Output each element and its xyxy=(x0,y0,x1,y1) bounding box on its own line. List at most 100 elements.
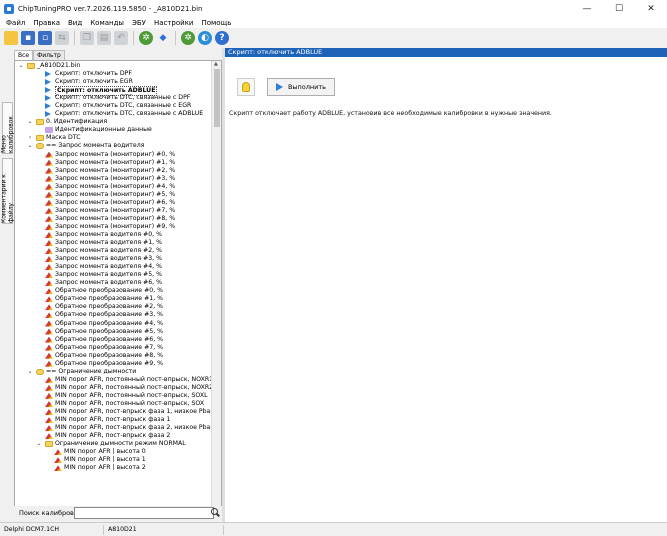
toolbar-separator xyxy=(175,30,176,45)
tree-expander-icon[interactable]: › xyxy=(27,134,33,142)
tab-all[interactable]: Все xyxy=(14,50,34,60)
tree-item[interactable]: MIN порог AFR, постоянный пост-впрыск, N… xyxy=(15,376,213,384)
tree-item[interactable]: Запрос момента водителя #2, % xyxy=(15,247,211,255)
folder-icon xyxy=(36,135,44,142)
hint-button[interactable] xyxy=(237,78,255,96)
tree-item-label: Маска DTC xyxy=(46,134,81,142)
tree-item[interactable]: MIN порог AFR | высота 1 xyxy=(15,456,211,464)
tree-item[interactable]: MIN порог AFR, пост-впрыск фаза 2 xyxy=(15,432,211,440)
execute-label: Выполнить xyxy=(287,83,327,91)
tree-item[interactable]: Запрос момента (мониторинг) #7, % xyxy=(15,207,211,215)
tree-item[interactable]: Скрипт: отключить DPF xyxy=(15,70,211,78)
web-icon[interactable]: ◐ xyxy=(198,30,212,45)
side-tabs: Меню калибровок Комментарии к файлу xyxy=(0,48,15,522)
menu-help[interactable]: Помощь xyxy=(197,19,235,27)
tree-item[interactable]: Запрос момента водителя #4, % xyxy=(15,263,211,271)
undo-icon[interactable]: ↶ xyxy=(114,30,128,45)
gear-icon[interactable]: ✲ xyxy=(139,30,153,45)
tree-item[interactable]: Обратное преобразование #4, % xyxy=(15,320,211,328)
maximize-button[interactable]: ☐ xyxy=(603,0,635,17)
tree-item[interactable]: Запрос момента (мониторинг) #9, % xyxy=(15,223,211,231)
tree-item[interactable]: Скрипт: отключить DTC, связанные с EGR xyxy=(15,102,211,110)
tree-item[interactable]: ⌄ _A810D21.bin xyxy=(15,62,211,70)
menu-settings[interactable]: Настройки xyxy=(150,19,198,27)
tree-item[interactable]: Обратное преобразование #8, % xyxy=(15,352,211,360)
tree-item[interactable]: Скрипт: отключить DTC, связанные с ADBLU… xyxy=(15,110,211,118)
menu-ecu[interactable]: ЭБУ xyxy=(128,19,150,27)
tab-calibration-menu[interactable]: Меню калибровок xyxy=(1,102,15,154)
execute-button[interactable]: Выполнить xyxy=(267,78,335,96)
minimize-button[interactable]: — xyxy=(571,0,603,17)
tree-item[interactable]: Запрос момента (мониторинг) #5, % xyxy=(15,191,211,199)
tree-item[interactable]: Обратное преобразование #7, % xyxy=(15,344,211,352)
tree-item[interactable]: Запрос момента (мониторинг) #6, % xyxy=(15,199,211,207)
menu-edit[interactable]: Правка xyxy=(29,19,64,27)
menu-commands[interactable]: Команды xyxy=(86,19,128,27)
db-icon xyxy=(36,368,44,375)
tree-item-label: Запрос момента водителя #3, % xyxy=(55,255,162,263)
tree-item[interactable]: Обратное преобразование #3, % xyxy=(15,311,211,319)
tree-item[interactable]: Идентификационные данные xyxy=(15,126,211,134)
tree-expander-icon[interactable]: ⌄ xyxy=(27,368,33,376)
tree-item[interactable]: ⌄ == Запрос момента водителя xyxy=(15,142,211,150)
folder-icon xyxy=(36,119,44,126)
tree-item[interactable]: ⌄ Ограничение дымности режим NORMAL xyxy=(15,440,211,448)
tree-expander-icon[interactable]: ⌄ xyxy=(27,142,33,150)
tree-item[interactable]: Запрос момента водителя #5, % xyxy=(15,271,211,279)
tree-item[interactable]: Запрос момента водителя #3, % xyxy=(15,255,211,263)
tree-item[interactable]: Запрос момента (мониторинг) #1, % xyxy=(15,159,211,167)
tree-item[interactable]: ⌄ 0. Идентификация xyxy=(15,118,211,126)
tree-item-label: Запрос момента (мониторинг) #1, % xyxy=(55,158,176,166)
tree-item[interactable]: MIN порог AFR | высота 0 xyxy=(15,448,211,456)
tree-item[interactable]: Запрос момента (мониторинг) #8, % xyxy=(15,215,211,223)
tree-item[interactable]: MIN порог AFR, пост-впрыск фаза 2, низко… xyxy=(15,424,216,432)
tree-item[interactable]: MIN порог AFR, постоянный пост-впрыск, S… xyxy=(15,400,211,408)
scroll-up-icon[interactable]: ▲ xyxy=(214,61,218,67)
search-icon[interactable] xyxy=(211,508,218,515)
tree-item[interactable]: Запрос момента (мониторинг) #0, % xyxy=(15,151,211,159)
tab-filter[interactable]: Фильтр xyxy=(33,50,65,60)
tree-item[interactable]: MIN порог AFR, постоянный пост-впрыск, N… xyxy=(15,384,213,392)
tree-item[interactable]: Обратное преобразование #5, % xyxy=(15,328,211,336)
tree-item[interactable]: Обратное преобразование #9, % xyxy=(15,360,211,368)
tree-expander-icon[interactable]: ⌄ xyxy=(36,440,42,448)
tree-item[interactable]: MIN порог AFR, пост-впрыск фаза 1 xyxy=(15,416,211,424)
tree-item[interactable]: Запрос момента (мониторинг) #2, % xyxy=(15,167,211,175)
scroll-thumb[interactable] xyxy=(214,69,220,127)
copy-icon[interactable]: ❐ xyxy=(80,30,94,45)
tab-file-comments[interactable]: Комментарии к файлу xyxy=(1,158,15,224)
diamond-icon[interactable]: ◆ xyxy=(156,31,170,45)
tree-item[interactable]: Запрос момента (мониторинг) #3, % xyxy=(15,175,211,183)
paste-icon[interactable]: ▤ xyxy=(97,30,111,45)
open-folder-icon[interactable] xyxy=(4,30,18,45)
search-gear-icon[interactable]: ✲ xyxy=(181,30,195,45)
tree-item[interactable]: Запрос момента водителя #0, % xyxy=(15,231,211,239)
tree-item[interactable]: › Маска DTC xyxy=(15,134,211,142)
tree-item[interactable]: Скрипт: отключить ADBLUE xyxy=(15,86,211,97)
save-as-icon[interactable]: ▫ xyxy=(38,30,52,45)
tree-expander-icon[interactable]: ⌄ xyxy=(18,62,24,70)
tree-item[interactable]: Обратное преобразование #6, % xyxy=(15,336,211,344)
tree-item[interactable]: Скрипт: отключить EGR xyxy=(15,78,211,86)
tree-item[interactable]: Запрос момента водителя #1, % xyxy=(15,239,211,247)
tree-expander-icon[interactable]: ⌄ xyxy=(27,118,33,126)
tree-item[interactable]: MIN порог AFR, пост-впрыск фаза 1, низко… xyxy=(15,408,216,416)
tree-item-label: Обратное преобразование #8, % xyxy=(55,351,164,359)
tree-item[interactable]: Скрипт: отключить DTC, связанные с DPF xyxy=(15,94,211,102)
tree-item[interactable]: Запрос момента (мониторинг) #4, % xyxy=(15,183,211,191)
close-button[interactable]: ✕ xyxy=(635,0,667,17)
help-icon[interactable]: ? xyxy=(215,30,229,45)
tree-item[interactable]: MIN порог AFR, постоянный пост-впрыск, S… xyxy=(15,392,211,400)
search-input[interactable] xyxy=(74,507,214,519)
status-bar: Delphi DCM7.1CH A810D21 xyxy=(0,522,667,536)
play-icon xyxy=(275,83,283,91)
compare-icon[interactable]: ⇆ xyxy=(55,30,69,45)
menu-file[interactable]: Файл xyxy=(2,19,29,27)
save-icon[interactable]: ▪ xyxy=(21,30,35,45)
tree-scrollbar[interactable]: ▲ ▼ xyxy=(211,61,221,536)
play-icon xyxy=(45,87,51,94)
tree-item[interactable]: MIN порог AFR | высота 2 xyxy=(15,464,211,472)
menu-view[interactable]: Вид xyxy=(64,19,86,27)
tree-item[interactable]: ⌄ == Ограничение дымности xyxy=(15,368,211,376)
chart-icon xyxy=(45,256,53,263)
